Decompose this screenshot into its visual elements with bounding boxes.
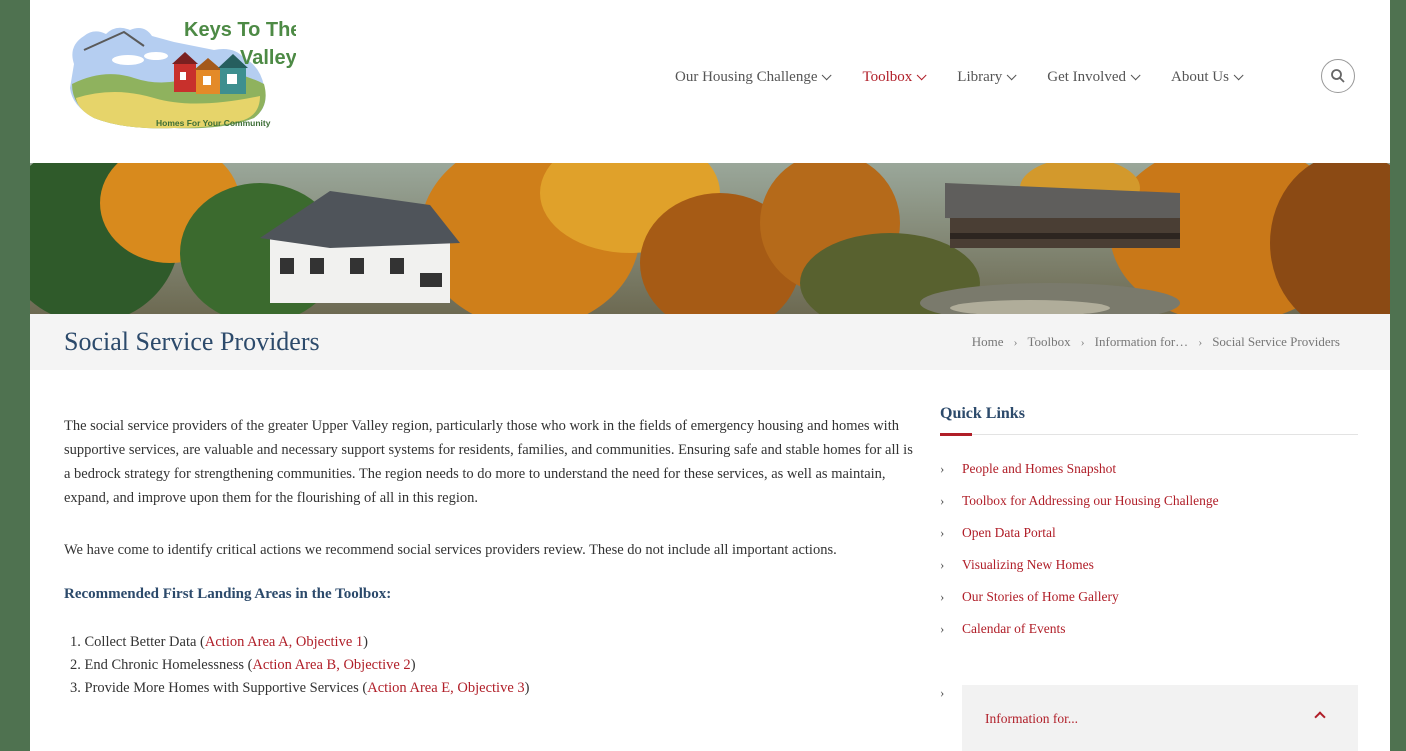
breadcrumb-separator-icon: › <box>1080 334 1085 349</box>
chevron-right-icon: › <box>940 557 945 572</box>
list-item: 3. Provide More Homes with Supportive Se… <box>70 677 914 700</box>
hero-banner-image <box>30 163 1390 314</box>
list-number: 1. <box>70 634 81 650</box>
quick-link-open-data-portal[interactable]: › Open Data Portal <box>940 517 1358 549</box>
actions-paragraph: We have come to identify critical action… <box>64 542 837 558</box>
recommended-heading: Recommended First Landing Areas in the T… <box>64 586 392 602</box>
breadcrumb: Home › Toolbox › Information for… › Soci… <box>972 334 1340 350</box>
nav-our-housing-challenge[interactable]: Our Housing Challenge <box>675 68 833 86</box>
chevron-down-icon <box>822 69 833 80</box>
nav-get-involved[interactable]: Get Involved <box>1047 68 1141 86</box>
heading-divider <box>940 433 1358 436</box>
sidebar: Quick Links › People and Homes Snapshot ›… <box>940 405 1358 751</box>
list-item: 1. Collect Better Data (Action Area A, O… <box>70 631 914 654</box>
action-area-link[interactable]: Action Area A, Objective 1 <box>205 634 363 650</box>
site-header: Keys To The Valley Homes For Your Commun… <box>30 0 1390 163</box>
quick-link-label: Our Stories of Home Gallery <box>962 589 1119 604</box>
logo-title-line2: Valley <box>240 47 296 69</box>
quick-link-label: Calendar of Events <box>962 621 1066 636</box>
logo-tagline: Homes For Your Community <box>156 118 271 128</box>
nav-library[interactable]: Library <box>957 68 1017 86</box>
search-icon <box>1331 69 1345 83</box>
list-text: Collect Better Data ( <box>84 634 205 650</box>
main-content: The social service providers of the grea… <box>64 414 914 700</box>
quick-links-heading: Quick Links <box>940 405 1025 422</box>
list-item: 2. End Chronic Homelessness (Action Area… <box>70 654 914 677</box>
page: Keys To The Valley Homes For Your Commun… <box>30 0 1390 751</box>
breadcrumb-separator-icon: › <box>1198 334 1203 349</box>
accordion-label: Information for... <box>985 711 1078 726</box>
nav-label: Library <box>957 68 1003 85</box>
quick-link-stories-gallery[interactable]: › Our Stories of Home Gallery <box>940 581 1358 613</box>
breadcrumb-home[interactable]: Home <box>972 334 1004 350</box>
list-text: End Chronic Homelessness ( <box>84 657 253 673</box>
breadcrumb-current: Social Service Providers <box>1212 334 1340 349</box>
chevron-right-icon: › <box>940 621 945 636</box>
search-button[interactable] <box>1321 59 1355 93</box>
quick-links-list: › People and Homes Snapshot › Toolbox for … <box>940 453 1358 645</box>
list-close-paren: ) <box>524 680 530 696</box>
chevron-down-icon <box>1233 69 1244 80</box>
action-area-link[interactable]: Action Area B, Objective 2 <box>252 657 410 673</box>
chevron-right-icon: › <box>940 685 945 700</box>
chevron-right-icon: › <box>940 493 945 508</box>
information-for-row: › Information for... <box>940 685 1358 751</box>
title-bar: Social Service Providers Home › Toolbox … <box>30 314 1390 370</box>
quick-link-calendar[interactable]: › Calendar of Events <box>940 613 1358 645</box>
nav-about-us[interactable]: About Us <box>1171 68 1244 86</box>
heading-accent-bar <box>940 433 972 436</box>
list-number: 2. <box>70 657 81 673</box>
nav-label: Toolbox <box>862 68 913 85</box>
nav-label: Get Involved <box>1047 68 1126 85</box>
breadcrumb-separator-icon: › <box>1013 334 1018 349</box>
quick-link-label: Toolbox for Addressing our Housing Chall… <box>962 493 1219 508</box>
nav-label: Our Housing Challenge <box>675 68 818 85</box>
quick-link-label: Open Data Portal <box>962 525 1056 540</box>
chevron-right-icon: › <box>940 589 945 604</box>
quick-link-label: Visualizing New Homes <box>962 557 1094 572</box>
nav-toolbox[interactable]: Toolbox <box>862 68 927 86</box>
breadcrumb-information-for[interactable]: Information for… <box>1095 334 1189 350</box>
chevron-down-icon <box>916 69 927 80</box>
page-title: Social Service Providers <box>64 327 320 356</box>
list-close-paren: ) <box>410 657 416 673</box>
list-close-paren: ) <box>363 634 368 650</box>
chevron-up-icon <box>1314 711 1326 723</box>
action-area-link[interactable]: Action Area E, Objective 3 <box>367 680 524 696</box>
logo-title-line1: Keys To The <box>184 19 296 41</box>
chevron-right-icon: › <box>940 461 945 476</box>
information-for-accordion[interactable]: Information for... <box>962 685 1358 751</box>
main-nav: Our Housing Challenge Toolbox Library Ge… <box>675 64 1274 90</box>
list-text: Provide More Homes with Supportive Servi… <box>84 680 368 696</box>
nav-label: About Us <box>1171 68 1229 85</box>
list-number: 3. <box>70 680 81 696</box>
quick-link-people-and-homes[interactable]: › People and Homes Snapshot <box>940 453 1358 485</box>
chevron-down-icon <box>1130 69 1141 80</box>
breadcrumb-toolbox[interactable]: Toolbox <box>1028 334 1071 350</box>
quick-link-label: People and Homes Snapshot <box>962 461 1117 476</box>
quick-link-toolbox[interactable]: › Toolbox for Addressing our Housing Chal… <box>940 485 1358 517</box>
site-logo[interactable]: Keys To The Valley Homes For Your Commun… <box>64 6 301 134</box>
logo-graphic: Keys To The Valley Homes For Your Commun… <box>70 19 301 129</box>
quick-link-visualizing-new-homes[interactable]: › Visualizing New Homes <box>940 549 1358 581</box>
recommended-list: 1. Collect Better Data (Action Area A, O… <box>64 631 914 700</box>
chevron-down-icon <box>1006 69 1017 80</box>
intro-paragraph: The social service providers of the grea… <box>64 418 913 506</box>
chevron-right-icon: › <box>940 525 945 540</box>
